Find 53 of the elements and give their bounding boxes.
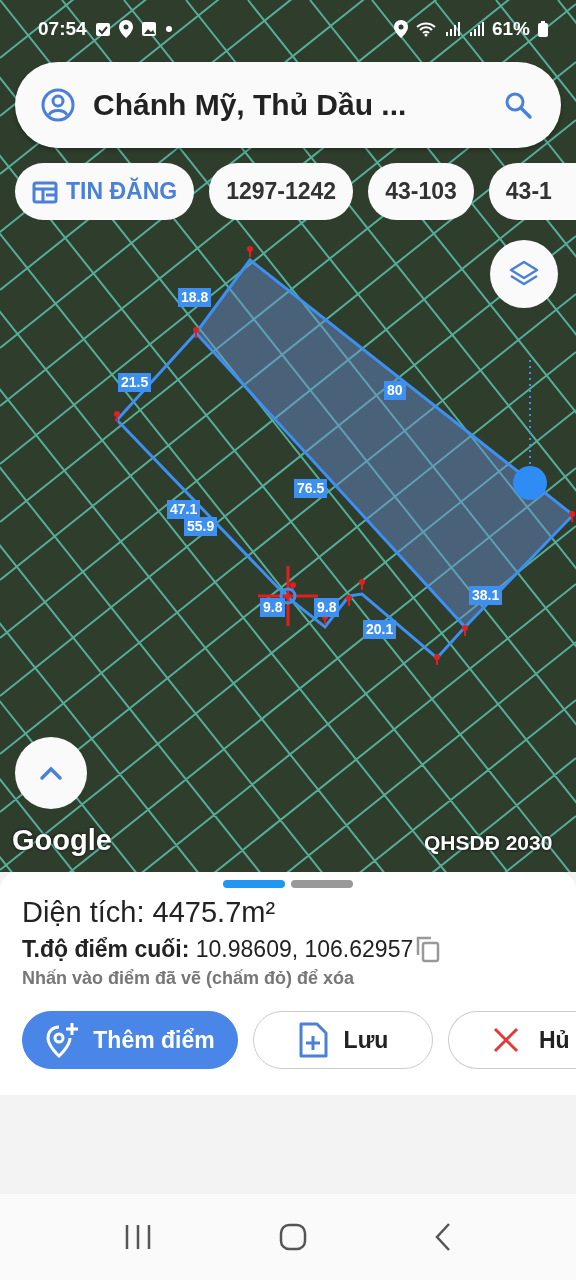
signal-icon — [467, 21, 484, 37]
edge-length-label: 76.5 — [294, 479, 328, 498]
layer-name: QHSDĐ 2030 — [424, 831, 553, 855]
dot-icon — [164, 25, 173, 33]
add-file-icon — [297, 1022, 328, 1058]
coordinates-text: T.độ điểm cuối: 10.98609, 106.62957 — [22, 935, 414, 963]
signal-icon — [443, 21, 460, 37]
battery-icon — [538, 21, 548, 37]
edge-length-label: 21.5 — [118, 373, 152, 392]
edge-length-label: 38.1 — [469, 586, 503, 605]
parcel-chip[interactable]: 43-1 — [488, 163, 576, 220]
save-button[interactable]: Lưu — [253, 1011, 433, 1069]
page-indicator[interactable] — [223, 880, 285, 888]
vertex-marker[interactable] — [359, 579, 365, 591]
page-indicator[interactable] — [291, 880, 353, 888]
edge-length-label: 55.9 — [184, 517, 218, 536]
listings-chip[interactable]: TIN ĐĂNG — [15, 163, 195, 220]
vertex-marker[interactable] — [462, 625, 468, 637]
location-dot — [513, 466, 547, 500]
listing-icon — [32, 179, 58, 204]
vertex-marker[interactable] — [247, 246, 253, 258]
hint-text: Nhấn vào điểm đã vẽ (chấm đỏ) để xóa — [22, 968, 356, 989]
search-icon[interactable] — [503, 90, 533, 120]
home-icon[interactable] — [279, 1223, 307, 1251]
cancel-button[interactable]: Hủ — [448, 1011, 576, 1069]
location-pin-icon — [118, 20, 133, 38]
search-bar[interactable]: Chánh Mỹ, Thủ Dầu ... — [15, 62, 561, 148]
edge-length-label: 20.1 — [363, 620, 397, 639]
edge-length-label: 9.8 — [314, 598, 340, 617]
edge-length-label: 80 — [384, 381, 406, 400]
battery-percent: 61% — [491, 18, 530, 40]
location-pin-icon — [393, 20, 408, 38]
vertex-marker[interactable] — [114, 411, 120, 423]
back-icon[interactable] — [433, 1222, 453, 1252]
edge-length-label: 18.8 — [178, 288, 212, 307]
wifi-icon — [415, 21, 436, 37]
add-point-button[interactable]: Thêm điểm — [22, 1011, 238, 1069]
map-logo: Google — [12, 824, 112, 857]
close-icon — [493, 1027, 519, 1053]
parcel-chip[interactable]: 1297-1242 — [209, 163, 354, 220]
copy-icon[interactable] — [415, 935, 442, 963]
add-location-icon — [45, 1021, 80, 1059]
vertex-marker[interactable] — [569, 511, 575, 523]
vertex-marker[interactable] — [193, 327, 199, 339]
area-text: Diện tích: 4475.7m² — [22, 896, 277, 929]
edge-length-label: 47.1 — [167, 500, 201, 519]
edge-length-label: 9.8 — [260, 598, 286, 617]
crosshair-icon — [258, 566, 318, 626]
recent-apps-icon[interactable] — [123, 1223, 153, 1251]
account-icon[interactable] — [41, 88, 75, 122]
vertex-marker[interactable] — [346, 595, 352, 607]
vertex-marker[interactable] — [434, 654, 440, 666]
status-time: 07:54 — [38, 18, 87, 40]
